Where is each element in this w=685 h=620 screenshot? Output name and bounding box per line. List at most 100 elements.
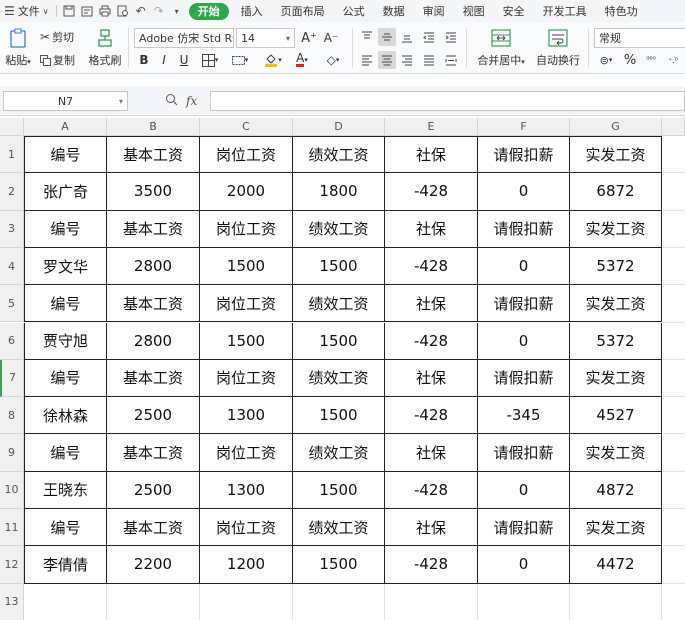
cell-e8[interactable]: -428	[385, 397, 478, 435]
cell-e5[interactable]: 社保	[385, 285, 478, 323]
cell-f2[interactable]: 0	[478, 173, 570, 211]
row-header-2[interactable]: 2	[0, 173, 24, 211]
cell-a3[interactable]: 编号	[24, 210, 107, 248]
cell-g1[interactable]: 实发工资	[570, 136, 662, 174]
column-header-b[interactable]: B	[107, 118, 200, 136]
cell-d5[interactable]: 绩效工资	[293, 285, 385, 323]
formula-input[interactable]	[210, 91, 685, 111]
cell-e2[interactable]: -428	[385, 173, 478, 211]
tab-0[interactable]: 开始	[188, 2, 229, 20]
cell-c4[interactable]: 1500	[200, 247, 293, 286]
cell-f12[interactable]: 0	[478, 546, 570, 584]
cell-e1[interactable]: 社保	[385, 136, 478, 174]
cell-g10[interactable]: 4872	[570, 471, 662, 509]
cell-a7[interactable]: 编号	[24, 359, 107, 398]
cell-f4[interactable]: 0	[478, 247, 570, 286]
cell-g3[interactable]: 实发工资	[570, 210, 662, 248]
row-header-4[interactable]: 4	[0, 247, 24, 286]
cell-a4[interactable]: 罗文华	[24, 247, 107, 286]
tab-6[interactable]: 视图	[454, 0, 494, 22]
row-header-9[interactable]: 9	[0, 434, 24, 472]
cell-d10[interactable]: 1500	[293, 471, 385, 509]
copy-button[interactable]: 复制	[40, 52, 75, 68]
cell-c5[interactable]: 岗位工资	[200, 285, 293, 323]
cell-e7[interactable]: 社保	[385, 359, 478, 398]
cell-d2[interactable]: 1800	[293, 173, 385, 211]
cell-c11[interactable]: 岗位工资	[200, 509, 293, 547]
row-header-11[interactable]: 11	[0, 509, 24, 547]
cell-a5[interactable]: 编号	[24, 285, 107, 323]
customize-quick-access-icon[interactable]: ▾	[168, 0, 186, 22]
tab-8[interactable]: 开发工具	[534, 0, 596, 22]
cell-g11[interactable]: 实发工资	[570, 509, 662, 547]
cell-c7[interactable]: 岗位工资	[200, 359, 293, 398]
cell-g6[interactable]: 5372	[570, 322, 662, 360]
format-painter-button[interactable]: 格式刷	[88, 26, 122, 70]
select-all-corner[interactable]	[0, 118, 24, 136]
row-header-13[interactable]: 13	[0, 583, 24, 620]
name-box[interactable]: N7 ▾	[3, 91, 128, 111]
cell-a8[interactable]: 徐林森	[24, 397, 107, 435]
cell-a6[interactable]: 贾守旭	[24, 322, 107, 360]
redo-icon[interactable]: ↷	[150, 0, 168, 22]
cell-a9[interactable]: 编号	[24, 434, 107, 472]
cell-a10[interactable]: 王晓东	[24, 471, 107, 509]
row-header-1[interactable]: 1	[0, 136, 24, 174]
cell-a2[interactable]: 张广奇	[24, 173, 107, 211]
undo-icon[interactable]: ↶	[132, 0, 150, 22]
file-menu[interactable]: ☰ 文件 ∨	[0, 0, 53, 22]
borders-button[interactable]: ▾	[198, 52, 222, 68]
cell-f6[interactable]: 0	[478, 322, 570, 360]
row-header-12[interactable]: 12	[0, 546, 24, 584]
cell-a1[interactable]: 编号	[24, 136, 107, 174]
cell-e11[interactable]: 社保	[385, 509, 478, 547]
cell-b7[interactable]: 基本工资	[107, 359, 200, 398]
cell-f1[interactable]: 请假扣薪	[478, 136, 570, 174]
cell-style-button[interactable]: ▾	[228, 52, 252, 68]
currency-button[interactable]: ⊜ ▾	[594, 52, 618, 68]
cell-f11[interactable]: 请假扣薪	[478, 509, 570, 547]
column-header-c[interactable]: C	[200, 118, 293, 136]
tab-2[interactable]: 页面布局	[272, 0, 334, 22]
column-header-g[interactable]: G	[570, 118, 662, 136]
wrap-text-button[interactable]: 自动换行	[534, 26, 582, 70]
cell-b11[interactable]: 基本工资	[107, 509, 200, 547]
align-middle-button[interactable]	[378, 28, 396, 46]
cell-e10[interactable]: -428	[385, 471, 478, 509]
align-right-button[interactable]	[398, 51, 416, 69]
tab-9[interactable]: 特色功	[596, 0, 647, 22]
cell-c1[interactable]: 岗位工资	[200, 136, 293, 174]
cell-c3[interactable]: 岗位工资	[200, 210, 293, 248]
cell-c12[interactable]: 1200	[200, 546, 293, 584]
justify-button[interactable]	[420, 51, 438, 69]
cell-d1[interactable]: 绩效工资	[293, 136, 385, 174]
print-preview-icon[interactable]	[114, 0, 132, 22]
cell-a11[interactable]: 编号	[24, 509, 107, 547]
cell-c2[interactable]: 2000	[200, 173, 293, 211]
cell-b1[interactable]: 基本工资	[107, 136, 200, 174]
cell-b4[interactable]: 2800	[107, 247, 200, 286]
export-pdf-icon[interactable]	[78, 0, 96, 22]
cell-d11[interactable]: 绩效工资	[293, 509, 385, 547]
cell-g7[interactable]: 实发工资	[570, 359, 662, 398]
cell-f7[interactable]: 请假扣薪	[478, 359, 570, 398]
print-icon[interactable]	[96, 0, 114, 22]
column-header-f[interactable]: F	[478, 118, 570, 136]
cell-c9[interactable]: 岗位工资	[200, 434, 293, 472]
merge-center-button[interactable]: 合并居中▾	[472, 26, 530, 70]
increase-decimal-button[interactable]: ⁺.⁰	[664, 52, 682, 68]
column-header-e[interactable]: E	[385, 118, 478, 136]
row-header-3[interactable]: 3	[0, 210, 24, 248]
cell-e6[interactable]: -428	[385, 322, 478, 360]
paste-button[interactable]: 粘贴▾	[4, 26, 32, 70]
zoom-lookup-icon[interactable]	[165, 93, 178, 109]
tab-3[interactable]: 公式	[334, 0, 374, 22]
cell-b12[interactable]: 2200	[107, 546, 200, 584]
decrease-font-size-button[interactable]: A⁻	[322, 29, 340, 47]
cell-d7[interactable]: 绩效工资	[293, 359, 385, 398]
insert-function-button[interactable]: fx	[186, 94, 197, 108]
row-header-5[interactable]: 5	[0, 285, 24, 323]
cell-d4[interactable]: 1500	[293, 247, 385, 286]
cell-c8[interactable]: 1300	[200, 397, 293, 435]
cell-f8[interactable]: -345	[478, 397, 570, 435]
